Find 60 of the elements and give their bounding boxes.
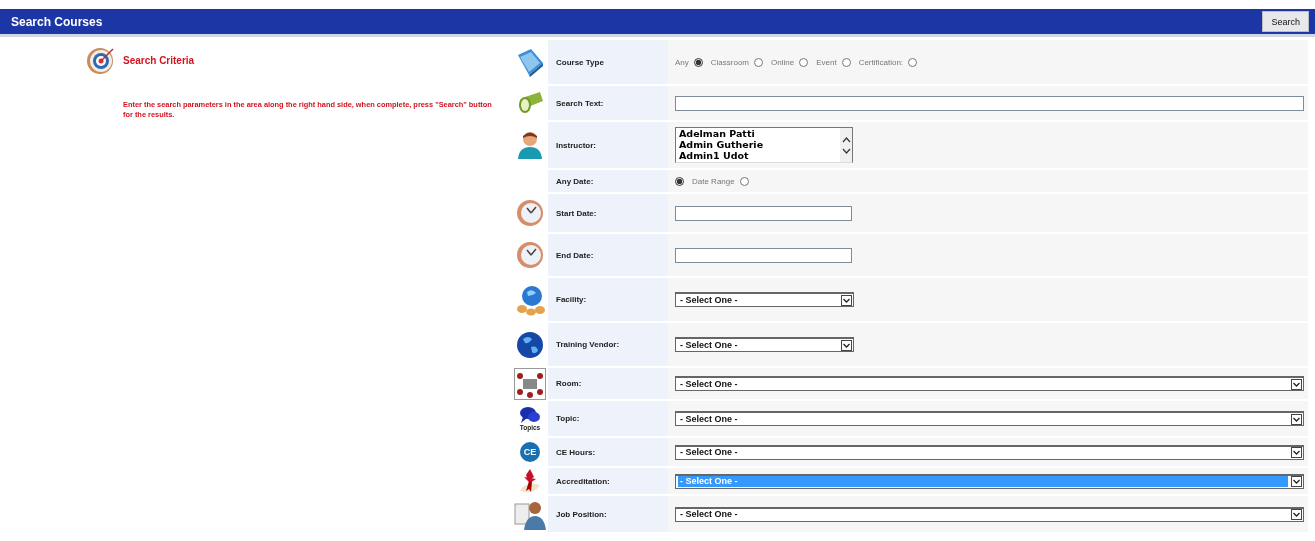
section-title: Search Criteria — [123, 54, 195, 66]
field-label: CE Hours: — [556, 447, 596, 457]
field-label: Any Date: — [556, 176, 594, 186]
radio-label: Certification: — [858, 57, 904, 67]
chevron-down-icon — [1291, 378, 1302, 390]
field-label: Course Type — [556, 57, 604, 67]
field-label: Accreditation: — [556, 476, 610, 486]
target-icon — [86, 45, 116, 75]
ce-icon: CE — [520, 442, 540, 462]
field-label: Start Date: — [556, 208, 597, 218]
chevron-down-icon — [841, 339, 852, 351]
dropdown[interactable]: - Select One - — [675, 506, 1304, 522]
list-item[interactable]: Admin Gutherie — [679, 139, 840, 150]
field-label: Job Position: — [556, 509, 607, 519]
text-input[interactable] — [675, 95, 1304, 111]
flashlight-icon — [516, 91, 544, 115]
radio-button[interactable] — [739, 176, 749, 186]
field-label: Search Text: — [556, 98, 604, 108]
radio-label: Date Range — [692, 176, 735, 186]
radio-button[interactable] — [693, 57, 703, 67]
radio-button[interactable] — [908, 57, 918, 67]
list-item[interactable]: Adelman Patti — [679, 128, 840, 139]
clock-icon — [516, 199, 544, 227]
radio-label: Classroom — [710, 57, 750, 67]
text-input[interactable] — [675, 247, 852, 263]
dropdown[interactable]: - Select One - — [675, 292, 854, 307]
field-label: Training Vendor: — [556, 340, 620, 349]
radio-label: Online — [771, 57, 795, 67]
field-label: Instructor: — [556, 140, 596, 150]
radio-label: Event — [816, 57, 837, 67]
person-icon — [517, 131, 543, 159]
chevron-down-icon — [1291, 413, 1302, 425]
globe-icon — [516, 330, 544, 359]
book-icon — [515, 47, 545, 77]
dropdown[interactable]: - Select One - — [675, 376, 1304, 391]
chevron-down-icon — [841, 294, 852, 306]
radio-label: Any — [675, 57, 689, 67]
list-item[interactable]: Admin1 Udot — [679, 150, 840, 161]
field-label: Facility: — [556, 295, 587, 304]
dropdown[interactable]: - Select One - — [675, 444, 1304, 460]
field-label: Topic: — [556, 414, 580, 423]
field-label: Room: — [556, 379, 582, 388]
radio-button[interactable] — [754, 57, 764, 67]
field-label: End Date: — [556, 250, 594, 260]
scroll-up-icon[interactable] — [841, 136, 851, 143]
page-title: Search Courses — [11, 14, 103, 29]
radio-button[interactable] — [799, 57, 809, 67]
instructor-listbox[interactable]: Adelman Patti Admin Gutherie Admin1 Udot — [675, 127, 853, 163]
radio-button[interactable] — [675, 176, 684, 186]
scroll-down-icon[interactable] — [841, 147, 851, 154]
globe-hands-icon — [514, 283, 546, 316]
radio-button[interactable] — [841, 57, 851, 67]
dropdown[interactable]: - Select One - — [675, 337, 854, 352]
dropdown[interactable]: - Select One - — [675, 411, 1304, 426]
chevron-down-icon — [1291, 509, 1302, 520]
text-input[interactable] — [675, 205, 852, 221]
search-button[interactable]: Search — [1262, 11, 1309, 32]
chevron-down-icon — [1291, 476, 1302, 487]
chevron-down-icon — [1291, 447, 1302, 458]
clock-icon — [516, 241, 544, 269]
